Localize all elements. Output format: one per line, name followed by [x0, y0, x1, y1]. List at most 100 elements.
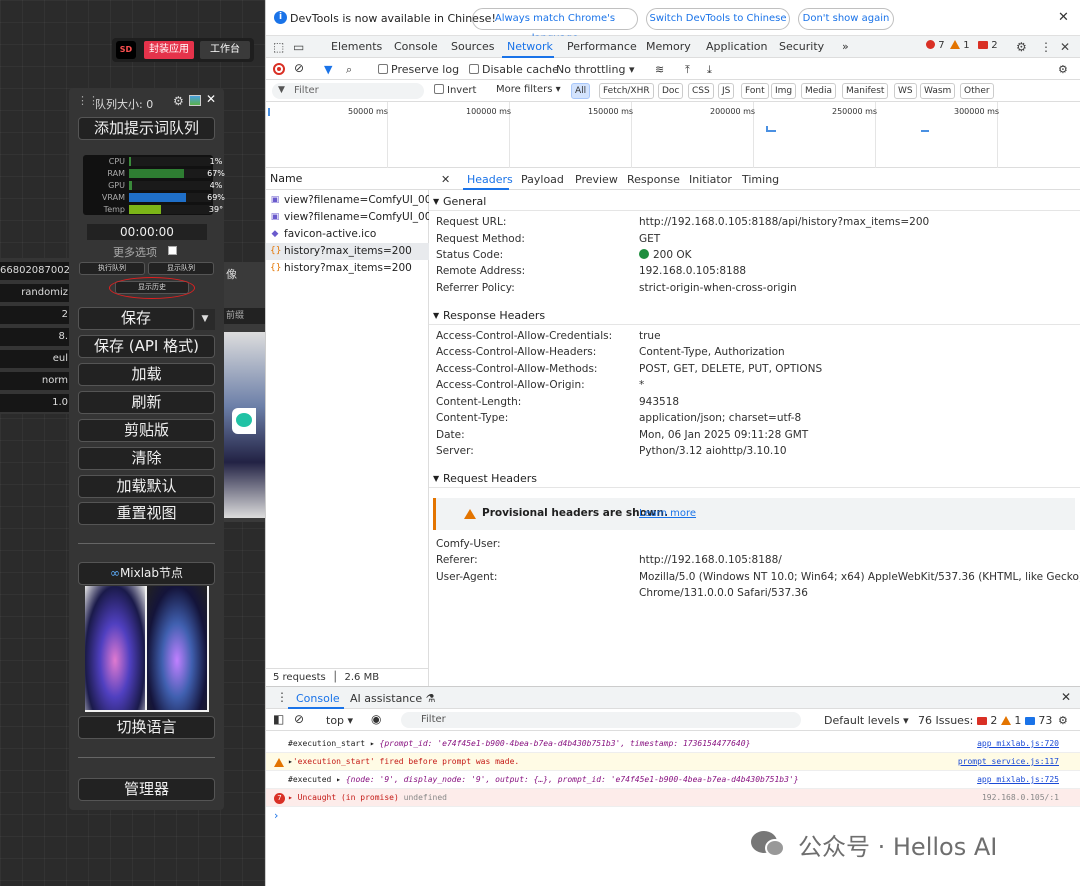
kebab-menu-icon[interactable]: ⋮ — [276, 690, 288, 704]
save-dropdown-chevron-icon[interactable]: ▼ — [195, 309, 215, 330]
filter-funnel-icon[interactable]: ▼ — [324, 63, 332, 76]
seed-value[interactable]: 668020870028 — [0, 262, 76, 280]
console-filter-input[interactable]: Filter — [401, 712, 801, 728]
filter-chip-manifest[interactable]: Manifest — [842, 83, 889, 99]
download-icon[interactable]: ⤓ — [707, 63, 712, 77]
more-filters-dropdown[interactable]: More filters ▾ — [496, 84, 561, 95]
request-row-selected[interactable]: {} history?max_items=200 — [266, 243, 429, 260]
gear-icon[interactable]: ⚙ — [173, 94, 184, 108]
filter-chip-font[interactable]: Font — [741, 83, 769, 99]
search-icon[interactable]: ⌕ — [346, 63, 352, 77]
filter-chip-media[interactable]: Media — [801, 83, 837, 99]
filename-prefix-input[interactable]: 前缀 — [222, 308, 265, 324]
denoise-value[interactable]: 1.0 — [0, 394, 72, 412]
workbench-button[interactable]: 工作台 — [200, 41, 250, 59]
context-select[interactable]: top ▾ — [326, 714, 353, 727]
request-headers-section-header[interactable]: ▼ Request Headers — [429, 470, 1080, 488]
tab-application[interactable]: Application — [706, 40, 767, 53]
record-icon[interactable] — [273, 63, 285, 75]
cfg-value[interactable]: 8. — [0, 328, 72, 346]
save-button[interactable]: 保存 — [78, 307, 194, 330]
response-headers-section-header[interactable]: ▼ Response Headers — [429, 307, 1080, 325]
close-icon[interactable]: ✕ — [1060, 40, 1070, 54]
source-link[interactable]: app_mixlab.js:725 — [977, 771, 1059, 788]
upload-icon[interactable]: ⤒ — [685, 63, 690, 77]
chat-bubble[interactable] — [232, 408, 256, 434]
more-tabs-chevron-icon[interactable]: » — [842, 40, 849, 53]
show-queue-button[interactable]: 显示队列 — [148, 262, 214, 275]
console-error-line[interactable]: 7 ▸ Uncaught (in promise) undefined 192.16… — [266, 789, 1080, 807]
tab-console[interactable]: Console — [394, 40, 438, 53]
tab-payload[interactable]: Payload — [521, 173, 564, 186]
more-options-checkbox[interactable] — [168, 246, 177, 255]
filter-chip-js[interactable]: JS — [718, 83, 735, 99]
message-count-badge[interactable]: 2 — [978, 40, 998, 51]
sampler-name[interactable]: eul — [0, 350, 72, 368]
tab-network[interactable]: Network — [507, 40, 553, 53]
thumbnail-image[interactable] — [147, 586, 207, 710]
request-row[interactable]: ◆ favicon-active.ico — [266, 226, 429, 243]
issues-counter[interactable]: 76 Issues: 2 1 73 — [918, 714, 1052, 727]
inspect-element-icon[interactable]: ⬚ — [273, 40, 284, 54]
tab-elements[interactable]: Elements — [331, 40, 382, 53]
dont-show-again-button[interactable]: Don't show again — [798, 8, 894, 30]
general-section-header[interactable]: ▼ General — [429, 193, 1080, 211]
warning-count-badge[interactable]: 1 — [950, 40, 970, 51]
console-log-line[interactable]: #execution_start ▸ {prompt_id: 'e74f45e1… — [266, 735, 1080, 753]
save-api-button[interactable]: 保存 (API 格式) — [78, 335, 215, 358]
image-icon[interactable] — [189, 95, 201, 106]
filter-chip-wasm[interactable]: Wasm — [920, 83, 956, 99]
drawer-tab-ai-assistance[interactable]: AI assistance ⚗ — [350, 692, 435, 705]
clipspace-button[interactable]: 剪贴版 — [78, 419, 215, 442]
close-icon[interactable]: ✕ — [206, 92, 216, 106]
filter-chip-ws[interactable]: WS — [894, 83, 917, 99]
close-icon[interactable]: ✕ — [441, 173, 450, 186]
tab-response[interactable]: Response — [627, 173, 680, 186]
learn-more-link[interactable]: Learn more — [639, 508, 696, 519]
filter-chip-img[interactable]: Img — [771, 83, 797, 99]
filter-chip-all[interactable]: All — [571, 83, 591, 99]
eye-icon[interactable]: ◉ — [371, 712, 381, 726]
source-link[interactable]: app_mixlab.js:720 — [977, 735, 1059, 752]
scheduler[interactable]: norm — [0, 372, 72, 390]
log-object[interactable]: {prompt_id: 'e74f45e1-b900-4bea-b7ea-d4b… — [380, 739, 751, 748]
clear-button[interactable]: 清除 — [78, 447, 215, 470]
filter-chip-doc[interactable]: Doc — [658, 83, 684, 99]
console-warning-line[interactable]: ▸'execution_start' fired before prompt w… — [266, 753, 1080, 771]
invert-checkbox[interactable]: Invert — [434, 84, 476, 96]
thumbnail-image[interactable] — [85, 586, 145, 710]
reset-view-button[interactable]: 重置视图 — [78, 502, 215, 525]
always-match-language-button[interactable]: Always match Chrome's language — [472, 8, 638, 44]
gear-icon[interactable]: ⚙ — [1058, 714, 1068, 727]
switch-language-button[interactable]: 切换语言 — [78, 716, 215, 739]
log-levels-select[interactable]: Default levels ▾ — [824, 714, 909, 727]
tab-memory[interactable]: Memory — [646, 40, 691, 53]
log-object[interactable]: {node: '9', display_node: '9', output: {… — [346, 775, 799, 784]
tab-headers[interactable]: Headers — [467, 173, 513, 186]
load-button[interactable]: 加载 — [78, 363, 215, 386]
filter-input[interactable]: Filter — [272, 83, 424, 99]
name-column-header[interactable]: Name — [266, 168, 429, 190]
request-row[interactable]: ▣ view?filename=ComfyUI_00... — [266, 209, 429, 226]
drawer-tab-console[interactable]: Console — [296, 692, 340, 705]
load-default-button[interactable]: 加载默认 — [78, 475, 215, 498]
comfyui-canvas[interactable]: SD 封装应用 工作台 668020870028 randomiz 2 8. e… — [0, 0, 265, 886]
mixlab-nodes-button[interactable]: ∞Mixlab节点 — [78, 562, 215, 585]
close-icon[interactable]: ✕ — [1058, 10, 1069, 25]
filter-chip-fetch[interactable]: Fetch/XHR — [599, 83, 654, 99]
control-after-generate[interactable]: randomiz — [0, 284, 72, 302]
execute-queue-button[interactable]: 执行队列 — [79, 262, 145, 275]
kebab-menu-icon[interactable]: ⋮ — [1040, 40, 1052, 54]
console-log-line[interactable]: #executed ▸ {node: '9', display_node: '9… — [266, 771, 1080, 789]
error-count-badge[interactable]: 7 — [926, 40, 945, 51]
tab-sources[interactable]: Sources — [451, 40, 495, 53]
filter-chip-css[interactable]: CSS — [688, 83, 714, 99]
clear-icon[interactable]: ⊘ — [294, 61, 304, 75]
filter-chip-other[interactable]: Other — [960, 83, 994, 99]
clear-console-icon[interactable]: ⊘ — [294, 712, 304, 726]
tab-performance[interactable]: Performance — [567, 40, 637, 53]
preserve-log-checkbox[interactable]: Preserve log — [378, 63, 459, 76]
console-prompt-caret-icon[interactable]: › — [274, 809, 278, 822]
throttling-select[interactable]: No throttling ▾ — [556, 63, 634, 76]
disable-cache-checkbox[interactable]: Disable cache — [469, 63, 559, 76]
